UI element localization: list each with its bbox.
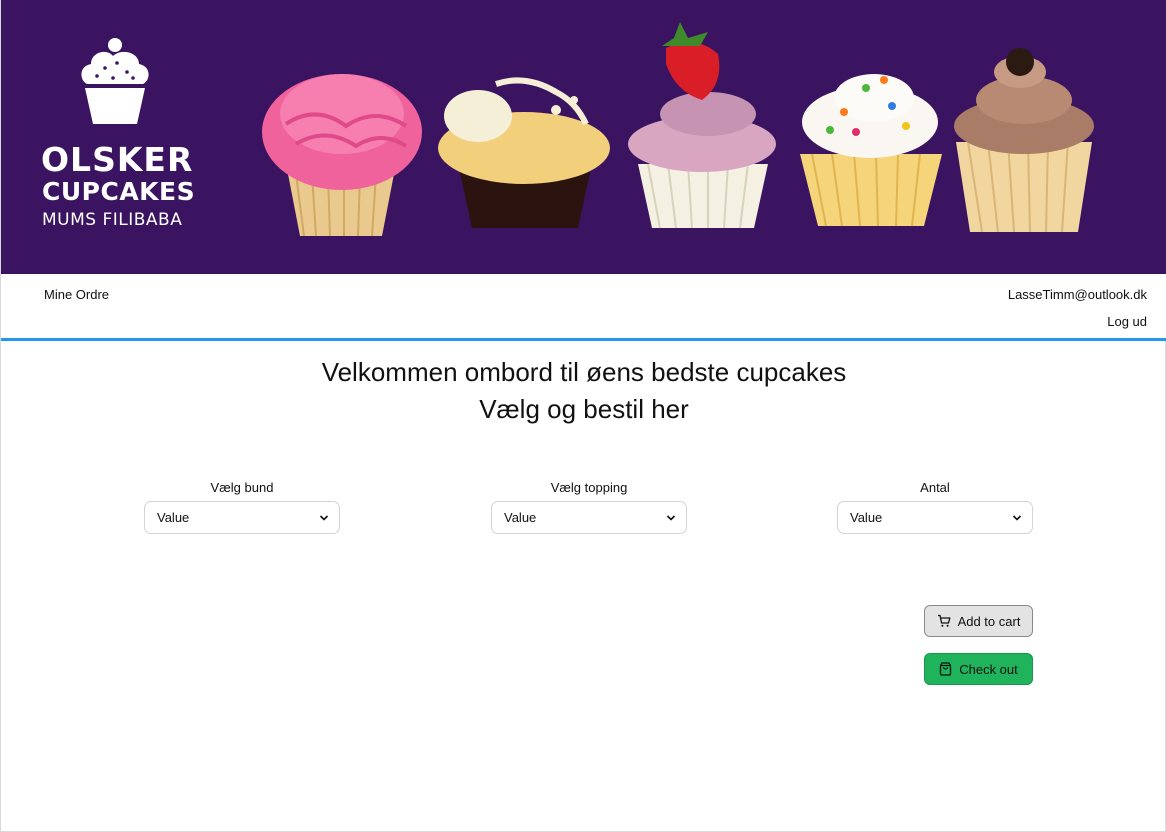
logout-link[interactable]: Log ud xyxy=(1107,314,1147,329)
base-select-field: Vælg bund Value xyxy=(144,480,340,534)
page: OLSKER CUPCAKES MUMS FILIBABA Mine Ordre… xyxy=(0,0,1166,832)
brand-tagline: MUMS FILIBABA xyxy=(42,210,183,230)
logo: OLSKER CUPCAKES MUMS FILIBABA xyxy=(37,36,207,236)
user-email-link[interactable]: LasseTimm@outlook.dk xyxy=(1008,287,1147,302)
quantity-select-field: Antal Value xyxy=(837,480,1033,534)
top-nav: Mine Ordre LasseTimm@outlook.dk Log ud xyxy=(1,274,1166,341)
page-title: Velkommen ombord til øens bedste cupcake… xyxy=(1,354,1166,428)
cupcake-sprinkles-image xyxy=(800,74,942,227)
quantity-select[interactable]: Value xyxy=(837,501,1033,534)
quantity-select-label: Antal xyxy=(920,480,950,495)
topping-select[interactable]: Value xyxy=(491,501,687,534)
my-orders-link[interactable]: Mine Ordre xyxy=(44,287,109,302)
cupcakes-banner-image xyxy=(262,22,1094,237)
base-select[interactable]: Value xyxy=(144,501,340,534)
quantity-select-value: Value xyxy=(850,510,883,525)
chevron-down-icon xyxy=(666,515,676,521)
base-select-value: Value xyxy=(157,510,190,525)
cart-icon xyxy=(937,614,951,627)
cupcake-pink-image xyxy=(262,74,422,237)
page-title-line2: Vælg og bestil her xyxy=(479,394,689,424)
topping-select-value: Value xyxy=(504,510,537,525)
brand-name-line1: OLSKER xyxy=(41,140,194,179)
shopping-bag-icon xyxy=(940,662,952,676)
checkout-label: Check out xyxy=(959,661,1018,677)
cupcake-logo-icon xyxy=(81,38,149,124)
chevron-down-icon xyxy=(319,515,329,521)
add-to-cart-button[interactable]: Add to cart xyxy=(924,605,1033,637)
cupcake-cream-image xyxy=(438,77,610,228)
brand-name-line2: CUPCAKES xyxy=(42,177,196,206)
checkout-button[interactable]: Check out xyxy=(924,653,1033,685)
topping-select-field: Vælg topping Value xyxy=(491,480,687,534)
cupcake-chocolate-image xyxy=(954,48,1094,233)
add-to-cart-label: Add to cart xyxy=(957,613,1021,629)
header-banner: OLSKER CUPCAKES MUMS FILIBABA xyxy=(1,0,1166,274)
chevron-down-icon xyxy=(1012,515,1022,521)
page-title-line1: Velkommen ombord til øens bedste cupcake… xyxy=(321,357,847,387)
topping-select-label: Vælg topping xyxy=(550,480,628,495)
cupcake-strawberry-image xyxy=(628,22,776,229)
base-select-label: Vælg bund xyxy=(210,480,274,495)
